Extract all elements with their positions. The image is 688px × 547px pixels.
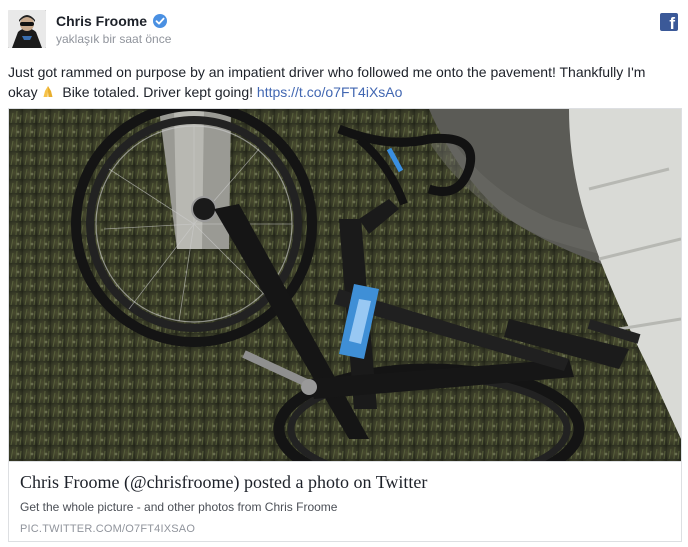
verified-badge-icon — [153, 14, 168, 28]
post-text: Just got rammed on purpose by an impatie… — [8, 62, 676, 102]
card-body[interactable]: Chris Froome (@chrisfroome) posted a pho… — [9, 461, 681, 541]
card-domain: PIC.TWITTER.COM/O7FT4IXSAO — [20, 523, 196, 535]
author-line: Chris Froome — [56, 13, 168, 29]
folded-hands-emoji-icon — [43, 86, 53, 97]
card-photo[interactable] — [9, 109, 681, 461]
card-title[interactable]: Chris Froome (@chrisfroome) posted a pho… — [20, 472, 427, 493]
embedded-post: Chris Froome yaklaşık bir saat önce f Ju… — [0, 0, 688, 547]
author-name[interactable]: Chris Froome — [56, 13, 147, 29]
card-description: Get the whole picture - and other photos… — [20, 500, 338, 514]
link-preview-card[interactable]: Chris Froome (@chrisfroome) posted a pho… — [8, 108, 682, 542]
facebook-icon[interactable]: f — [660, 13, 678, 33]
post-link[interactable]: https://t.co/o7FT4iXsAo — [257, 84, 403, 100]
post-timestamp[interactable]: yaklaşık bir saat önce — [56, 32, 171, 46]
post-text-secondary: Bike totaled. Driver kept going! — [62, 84, 254, 100]
avatar[interactable] — [8, 10, 46, 48]
